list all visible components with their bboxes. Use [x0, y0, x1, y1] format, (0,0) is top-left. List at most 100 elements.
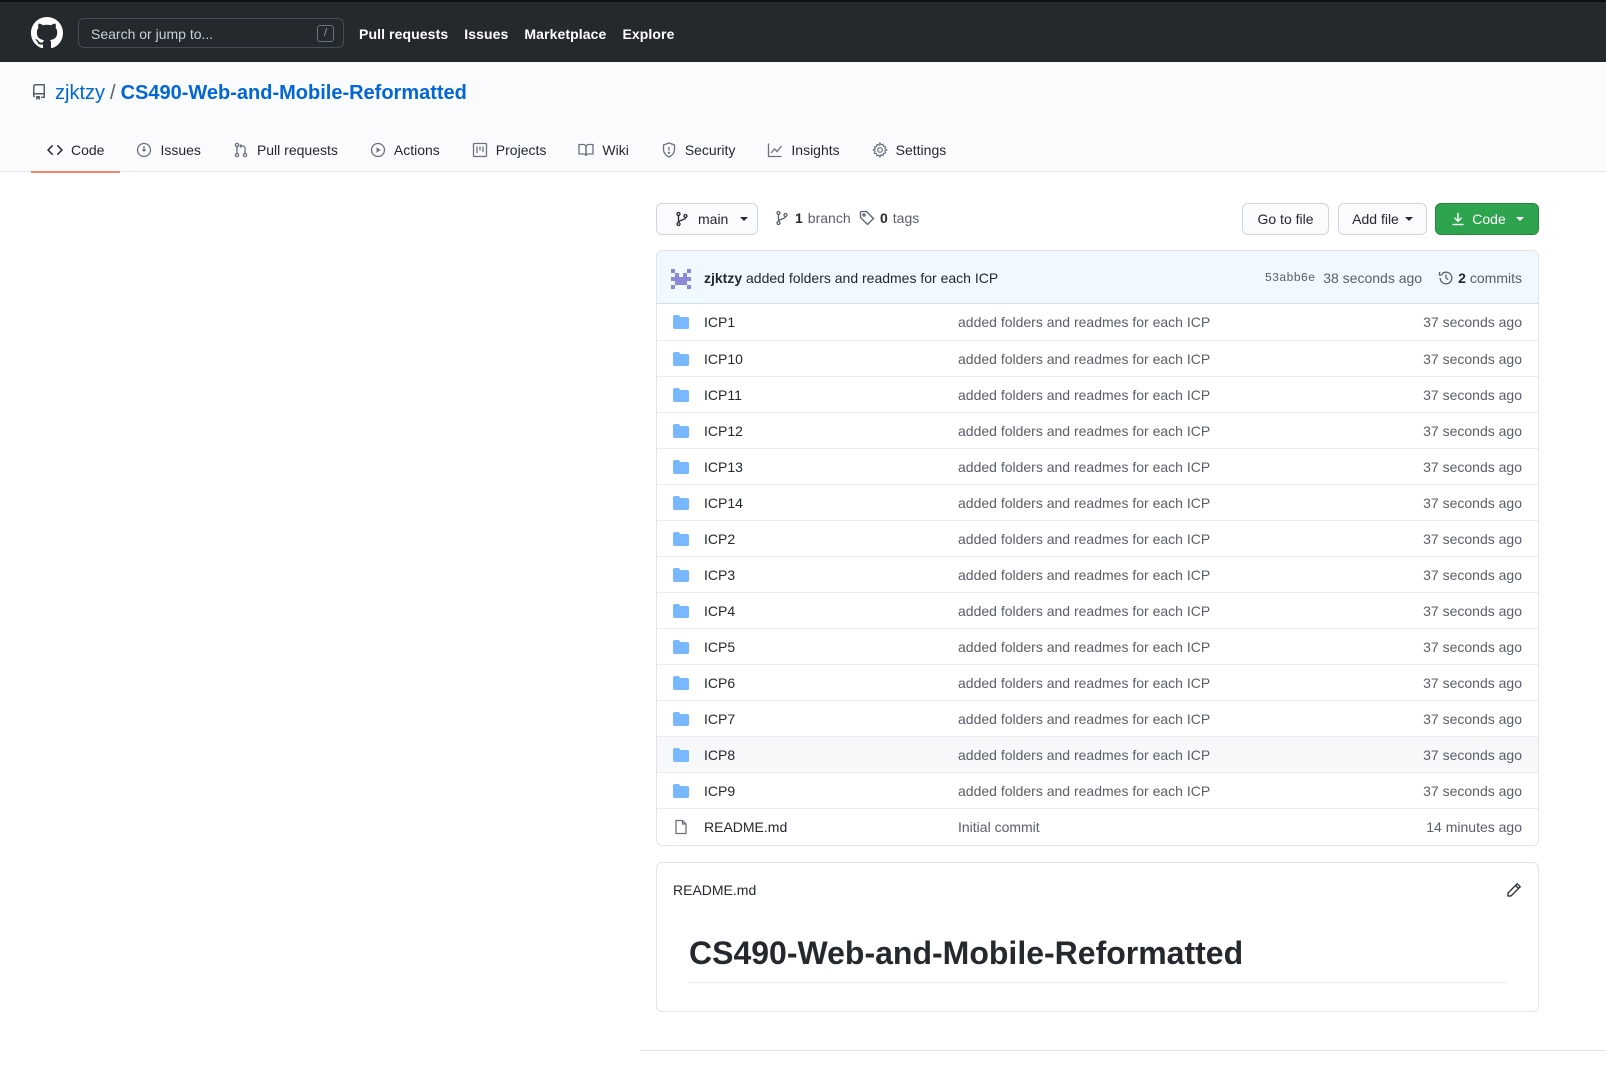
file-name-link[interactable]: ICP2 — [704, 531, 735, 547]
tab-label: Actions — [393, 141, 440, 158]
file-commit-age: 37 seconds ago — [1423, 495, 1522, 511]
table-row[interactable]: ICP6 added folders and readmes for each I… — [657, 664, 1538, 700]
tab-insights[interactable]: Insights — [751, 127, 855, 172]
code-button[interactable]: Code — [1435, 203, 1539, 235]
repo-name-link[interactable]: CS490-Web-and-Mobile-Reformatted — [121, 82, 467, 105]
table-row[interactable]: ICP3 added folders and readmes for each I… — [657, 556, 1538, 592]
gear-icon — [871, 141, 888, 158]
tags-link[interactable]: 0 tags — [859, 210, 919, 226]
commits-history-link[interactable]: 2 commits — [1438, 270, 1522, 286]
file-commit-age: 37 seconds ago — [1423, 459, 1522, 475]
table-row[interactable]: ICP14 added folders and readmes for each … — [657, 484, 1538, 520]
file-name-link[interactable]: ICP10 — [704, 351, 743, 367]
nav-marketplace[interactable]: Marketplace — [524, 26, 606, 42]
file-commit-message-link[interactable]: added folders and readmes for each ICP — [958, 639, 1210, 655]
table-row[interactable]: ICP10 added folders and readmes for each … — [657, 340, 1538, 376]
tab-wiki[interactable]: Wiki — [562, 127, 644, 172]
global-header: Search or jump to... / Pull requests Iss… — [0, 0, 1606, 62]
table-row[interactable]: ICP8 added folders and readmes for each I… — [657, 736, 1538, 772]
tab-issues[interactable]: Issues — [120, 127, 216, 172]
file-name-link[interactable]: README.md — [704, 819, 787, 835]
folder-icon — [673, 712, 689, 726]
readme-filename: README.md — [673, 882, 757, 898]
repo-icon — [32, 84, 45, 100]
tab-pull-requests[interactable]: Pull requests — [217, 127, 354, 172]
tab-security[interactable]: Security — [645, 127, 752, 172]
project-icon — [472, 142, 487, 157]
file-commit-message-link[interactable]: added folders and readmes for each ICP — [958, 423, 1210, 439]
file-name-link[interactable]: ICP6 — [704, 675, 735, 691]
file-commit-message-link[interactable]: added folders and readmes for each ICP — [958, 747, 1210, 763]
file-commit-message-link[interactable]: added folders and readmes for each ICP — [958, 675, 1210, 691]
readme-heading: CS490-Web-and-Mobile-Reformatted — [689, 935, 1507, 983]
go-to-file-button[interactable]: Go to file — [1242, 203, 1329, 235]
file-name-link[interactable]: ICP7 — [704, 711, 735, 727]
graph-icon — [768, 143, 783, 157]
table-row[interactable]: ICP11 added folders and readmes for each … — [657, 376, 1538, 412]
search-input[interactable]: Search or jump to... / — [78, 18, 344, 48]
file-commit-message-link[interactable]: added folders and readmes for each ICP — [958, 603, 1210, 619]
file-name-link[interactable]: ICP3 — [704, 567, 735, 583]
commit-author-link[interactable]: zjktzy — [704, 270, 742, 286]
table-row[interactable]: ICP13 added folders and readmes for each … — [657, 448, 1538, 484]
table-row[interactable]: ICP9 added folders and readmes for each I… — [657, 772, 1538, 808]
repo-owner-link[interactable]: zjktzy — [55, 82, 105, 105]
tab-actions[interactable]: Actions — [354, 127, 456, 172]
file-commit-message-link[interactable]: added folders and readmes for each ICP — [958, 351, 1210, 367]
file-name-link[interactable]: ICP9 — [704, 783, 735, 799]
file-commit-age: 37 seconds ago — [1423, 531, 1522, 547]
file-commit-message-link[interactable]: added folders and readmes for each ICP — [958, 495, 1210, 511]
file-name-link[interactable]: ICP11 — [704, 387, 742, 403]
commit-sha-link[interactable]: 53abb6e — [1265, 271, 1315, 285]
file-name-link[interactable]: ICP4 — [704, 603, 735, 619]
add-file-button[interactable]: Add file — [1338, 203, 1427, 235]
tab-settings[interactable]: Settings — [856, 127, 963, 172]
file-commit-message-link[interactable]: Initial commit — [958, 819, 1040, 835]
branch-select-button[interactable]: main — [656, 203, 758, 235]
avatar[interactable] — [671, 269, 691, 289]
file-commit-message-link[interactable]: added folders and readmes for each ICP — [958, 567, 1210, 583]
tab-code[interactable]: Code — [31, 127, 121, 173]
file-name-link[interactable]: ICP12 — [704, 423, 743, 439]
nav-issues[interactable]: Issues — [464, 26, 508, 42]
file-commit-message-link[interactable]: added folders and readmes for each ICP — [958, 314, 1210, 330]
divider — [640, 1050, 1606, 1051]
table-row[interactable]: ICP5 added folders and readmes for each I… — [657, 628, 1538, 664]
file-name-link[interactable]: ICP5 — [704, 639, 735, 655]
tab-projects[interactable]: Projects — [456, 127, 563, 172]
folder-icon — [673, 748, 689, 762]
table-row[interactable]: ICP7 added folders and readmes for each I… — [657, 700, 1538, 736]
pencil-icon[interactable] — [1506, 882, 1522, 898]
branch-label: branch — [807, 210, 851, 226]
folder-icon — [673, 676, 689, 690]
table-row[interactable]: ICP4 added folders and readmes for each I… — [657, 592, 1538, 628]
file-name-link[interactable]: ICP8 — [704, 747, 735, 763]
branches-link[interactable]: 1 branch — [774, 210, 851, 226]
nav-pull-requests[interactable]: Pull requests — [359, 26, 448, 42]
commit-label: commits — [1469, 270, 1522, 286]
table-row[interactable]: ICP12 added folders and readmes for each … — [657, 412, 1538, 448]
file-commit-message-link[interactable]: added folders and readmes for each ICP — [958, 387, 1210, 403]
file-commit-message-link[interactable]: added folders and readmes for each ICP — [958, 531, 1210, 547]
nav-explore[interactable]: Explore — [622, 26, 674, 42]
file-commit-message-link[interactable]: added folders and readmes for each ICP — [958, 459, 1210, 475]
github-logo-icon[interactable] — [31, 17, 63, 49]
commit-count: 2 — [1458, 270, 1466, 286]
table-row[interactable]: ICP1 added folders and readmes for each I… — [657, 304, 1538, 340]
repo-separator: / — [110, 82, 116, 104]
file-name-link[interactable]: ICP14 — [704, 495, 743, 511]
table-row[interactable]: ICP2 added folders and readmes for each I… — [657, 520, 1538, 556]
file-commit-message-link[interactable]: added folders and readmes for each ICP — [958, 783, 1210, 799]
file-name-link[interactable]: ICP1 — [704, 314, 735, 330]
table-row[interactable]: README.md Initial commit 14 minutes ago — [657, 808, 1538, 844]
folder-icon — [673, 352, 689, 366]
file-commit-age: 37 seconds ago — [1423, 675, 1522, 691]
file-commit-message-link[interactable]: added folders and readmes for each ICP — [958, 711, 1210, 727]
folder-icon — [673, 604, 689, 618]
file-name-link[interactable]: ICP13 — [704, 459, 743, 475]
folder-icon — [673, 568, 689, 582]
file-commit-age: 37 seconds ago — [1423, 351, 1522, 367]
chevron-down-icon — [1515, 217, 1524, 221]
branch-count: 1 — [795, 210, 803, 226]
commit-message-link[interactable]: added folders and readmes for each ICP — [746, 270, 998, 286]
